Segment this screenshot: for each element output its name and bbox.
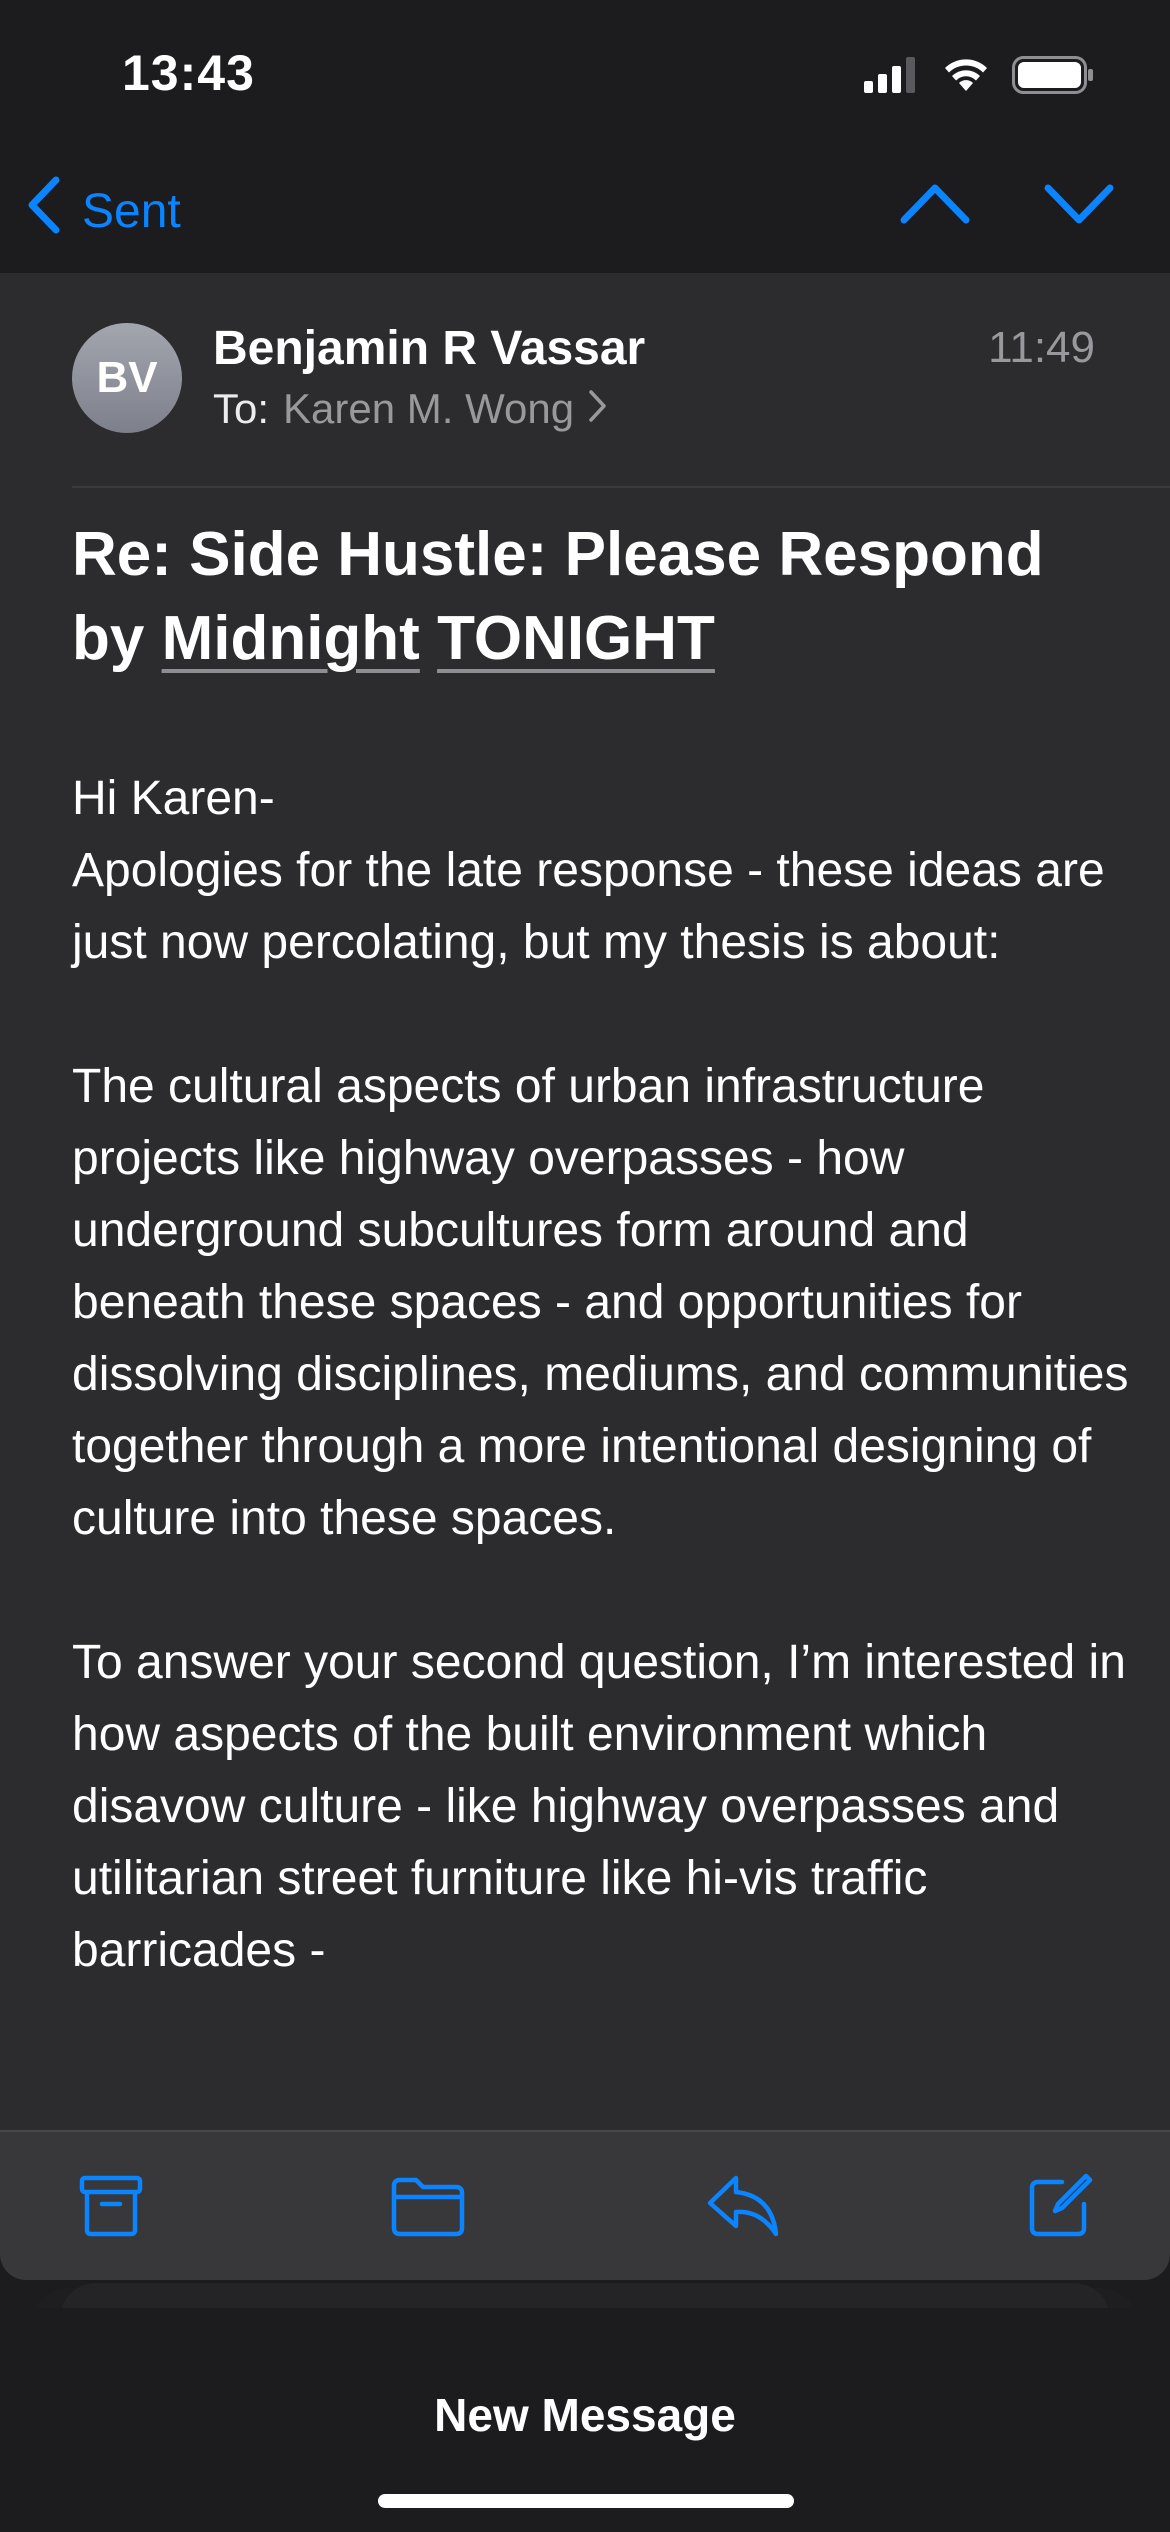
archive-button[interactable]	[78, 2172, 144, 2243]
wifi-icon	[942, 57, 990, 98]
chevron-up-icon	[900, 184, 970, 232]
recipient-line[interactable]: To: Karen M. Wong	[213, 385, 608, 433]
message-body[interactable]: Hi Karen- Apologies for the late respons…	[72, 763, 1132, 1987]
next-message-button[interactable]	[1044, 178, 1114, 233]
subject-link-midnight[interactable]: Midnight	[162, 604, 420, 673]
reply-button[interactable]	[706, 2172, 780, 2243]
avatar[interactable]: BV	[72, 323, 182, 433]
header-divider	[72, 486, 1170, 488]
new-message-title[interactable]: New Message	[0, 2388, 1170, 2442]
previous-message-button[interactable]	[900, 178, 970, 233]
home-indicator[interactable]	[378, 2494, 794, 2508]
subject-link-tonight[interactable]: TONIGHT	[437, 604, 715, 673]
sent-time: 11:49	[988, 323, 1095, 372]
body-paragraph-3: To answer your second question, I’m inte…	[72, 1636, 1126, 1977]
battery-icon	[1012, 56, 1094, 99]
greeting: Hi Karen-	[72, 772, 275, 825]
archive-icon	[78, 2175, 144, 2242]
body-paragraph-1: Apologies for the late response - these …	[72, 844, 1105, 969]
compose-icon	[1028, 2173, 1094, 2242]
chevron-left-icon	[26, 176, 62, 246]
cellular-signal-icon	[864, 57, 920, 98]
bottom-toolbar	[0, 2130, 1170, 2280]
back-button[interactable]: Sent	[26, 176, 181, 246]
status-icons	[864, 56, 1094, 99]
folder-icon	[390, 2177, 466, 2242]
to-label: To:	[213, 385, 270, 432]
body-paragraph-2: The cultural aspects of urban infrastruc…	[72, 1060, 1129, 1545]
back-label: Sent	[82, 184, 181, 238]
reply-icon	[706, 2175, 780, 2242]
move-to-folder-button[interactable]	[390, 2172, 466, 2243]
navigation-bar: Sent	[0, 150, 1170, 273]
subject: Re: Side Hustle: Please Respond by Midni…	[72, 513, 1112, 681]
chevron-down-icon	[1044, 184, 1114, 232]
sender-name[interactable]: Benjamin R Vassar	[213, 321, 645, 376]
compose-button[interactable]	[1028, 2172, 1094, 2243]
status-bar: 13:43	[0, 0, 1170, 150]
recipient-name[interactable]: Karen M. Wong	[283, 385, 574, 433]
message-view[interactable]: BV Benjamin R Vassar 11:49 To: Karen M. …	[0, 273, 1170, 2238]
chevron-right-icon	[588, 385, 608, 433]
status-time: 13:43	[122, 45, 255, 101]
